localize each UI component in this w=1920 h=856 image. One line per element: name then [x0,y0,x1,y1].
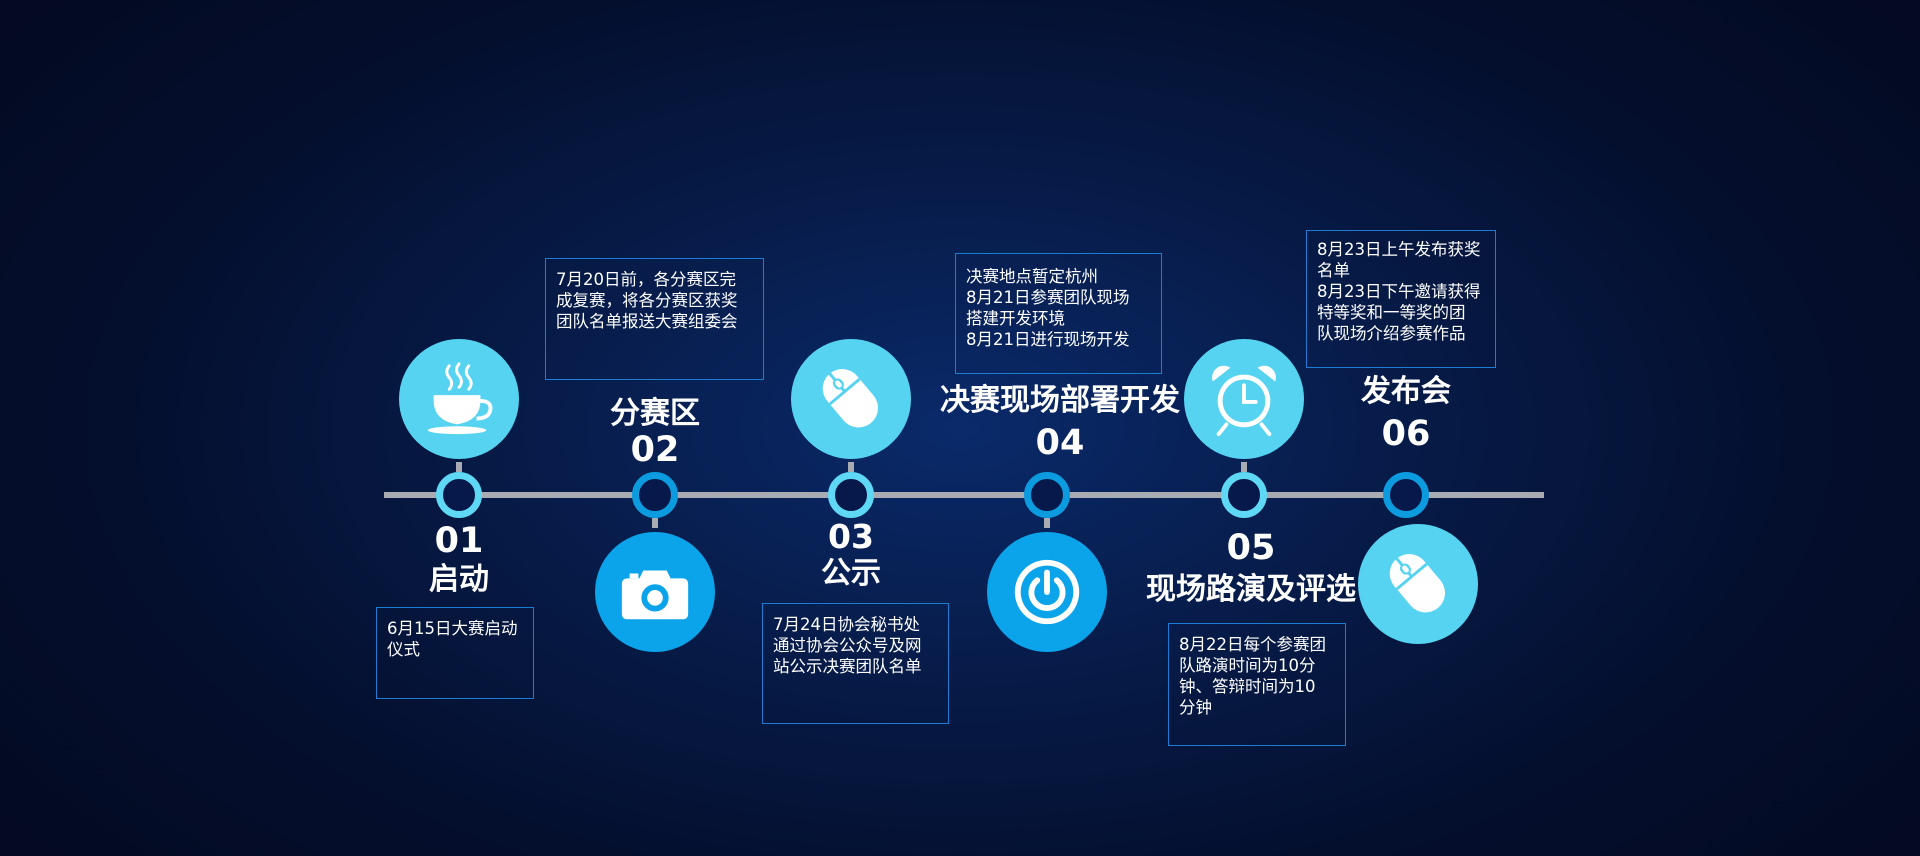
step-03-description: 7月24日协会秘书处 通过协会公众号及网 站公示决赛团队名单 [762,603,949,724]
step-04-number: 04 [1035,423,1085,463]
step-06-node [1383,472,1429,518]
step-06-number: 06 [1381,414,1431,454]
step-02-node [632,472,678,518]
step-04-description: 决赛地点暂定杭州 8月21日参赛团队现场 搭建开发环境 8月21日进行现场开发 [955,253,1162,374]
step-05-description: 8月22日每个参赛团 队路演时间为10分 钟、答辩时间为10 分钟 [1168,623,1346,746]
camera-icon [621,570,689,620]
timeline-line [384,492,1544,498]
alarm-clock-icon [1212,365,1276,437]
step-01-connector [456,462,462,472]
step-04-node [1024,472,1070,518]
step-04-label: 决赛现场部署开发 04 [940,386,1180,461]
power-icon [1014,559,1080,625]
step-02-label: 分赛区 02 [610,399,700,468]
step-03-title: 公示 [821,556,881,591]
step-02-connector [652,518,658,528]
step-05-node [1221,472,1267,518]
step-01-label: 01 启动 [429,524,489,595]
step-05-label: 05 现场路演及评选 [1146,531,1356,605]
step-03-label: 03 公示 [821,520,881,589]
step-03-number: 03 [828,517,874,556]
step-02-title: 分赛区 [610,396,700,431]
coffee-cup-icon [427,362,493,435]
step-04-icon-circle [987,532,1107,652]
step-03-node [828,472,874,518]
step-01-icon-circle [399,339,519,459]
computer-mouse-icon [822,369,879,428]
step-01-description: 6月15日大赛启动 仪式 [376,607,534,699]
step-05-number: 05 [1226,528,1276,568]
step-04-title: 决赛现场部署开发 [940,383,1180,418]
step-02-description: 7月20日前，各分赛区完 成复赛，将各分赛区获奖 团队名单报送大赛组委会 [545,258,764,380]
step-06-description: 8月23日上午发布获奖 名单 8月23日下午邀请获得 特等奖和一等奖的团 队现场… [1306,230,1496,368]
step-03-connector [848,462,854,472]
step-05-connector [1241,462,1247,472]
step-02-icon-circle [595,532,715,652]
step-06-label: 发布会 06 [1361,377,1451,452]
step-01-number: 01 [434,521,484,561]
step-01-title: 启动 [429,562,489,597]
step-05-icon-circle [1184,339,1304,459]
step-04-connector [1044,518,1050,528]
step-05-title: 现场路演及评选 [1146,572,1356,607]
step-03-icon-circle [791,339,911,459]
step-02-number: 02 [630,430,680,470]
computer-mouse-icon [1389,554,1446,613]
step-01-node [436,472,482,518]
step-06-icon-circle [1358,524,1478,644]
step-06-title: 发布会 [1361,374,1451,409]
